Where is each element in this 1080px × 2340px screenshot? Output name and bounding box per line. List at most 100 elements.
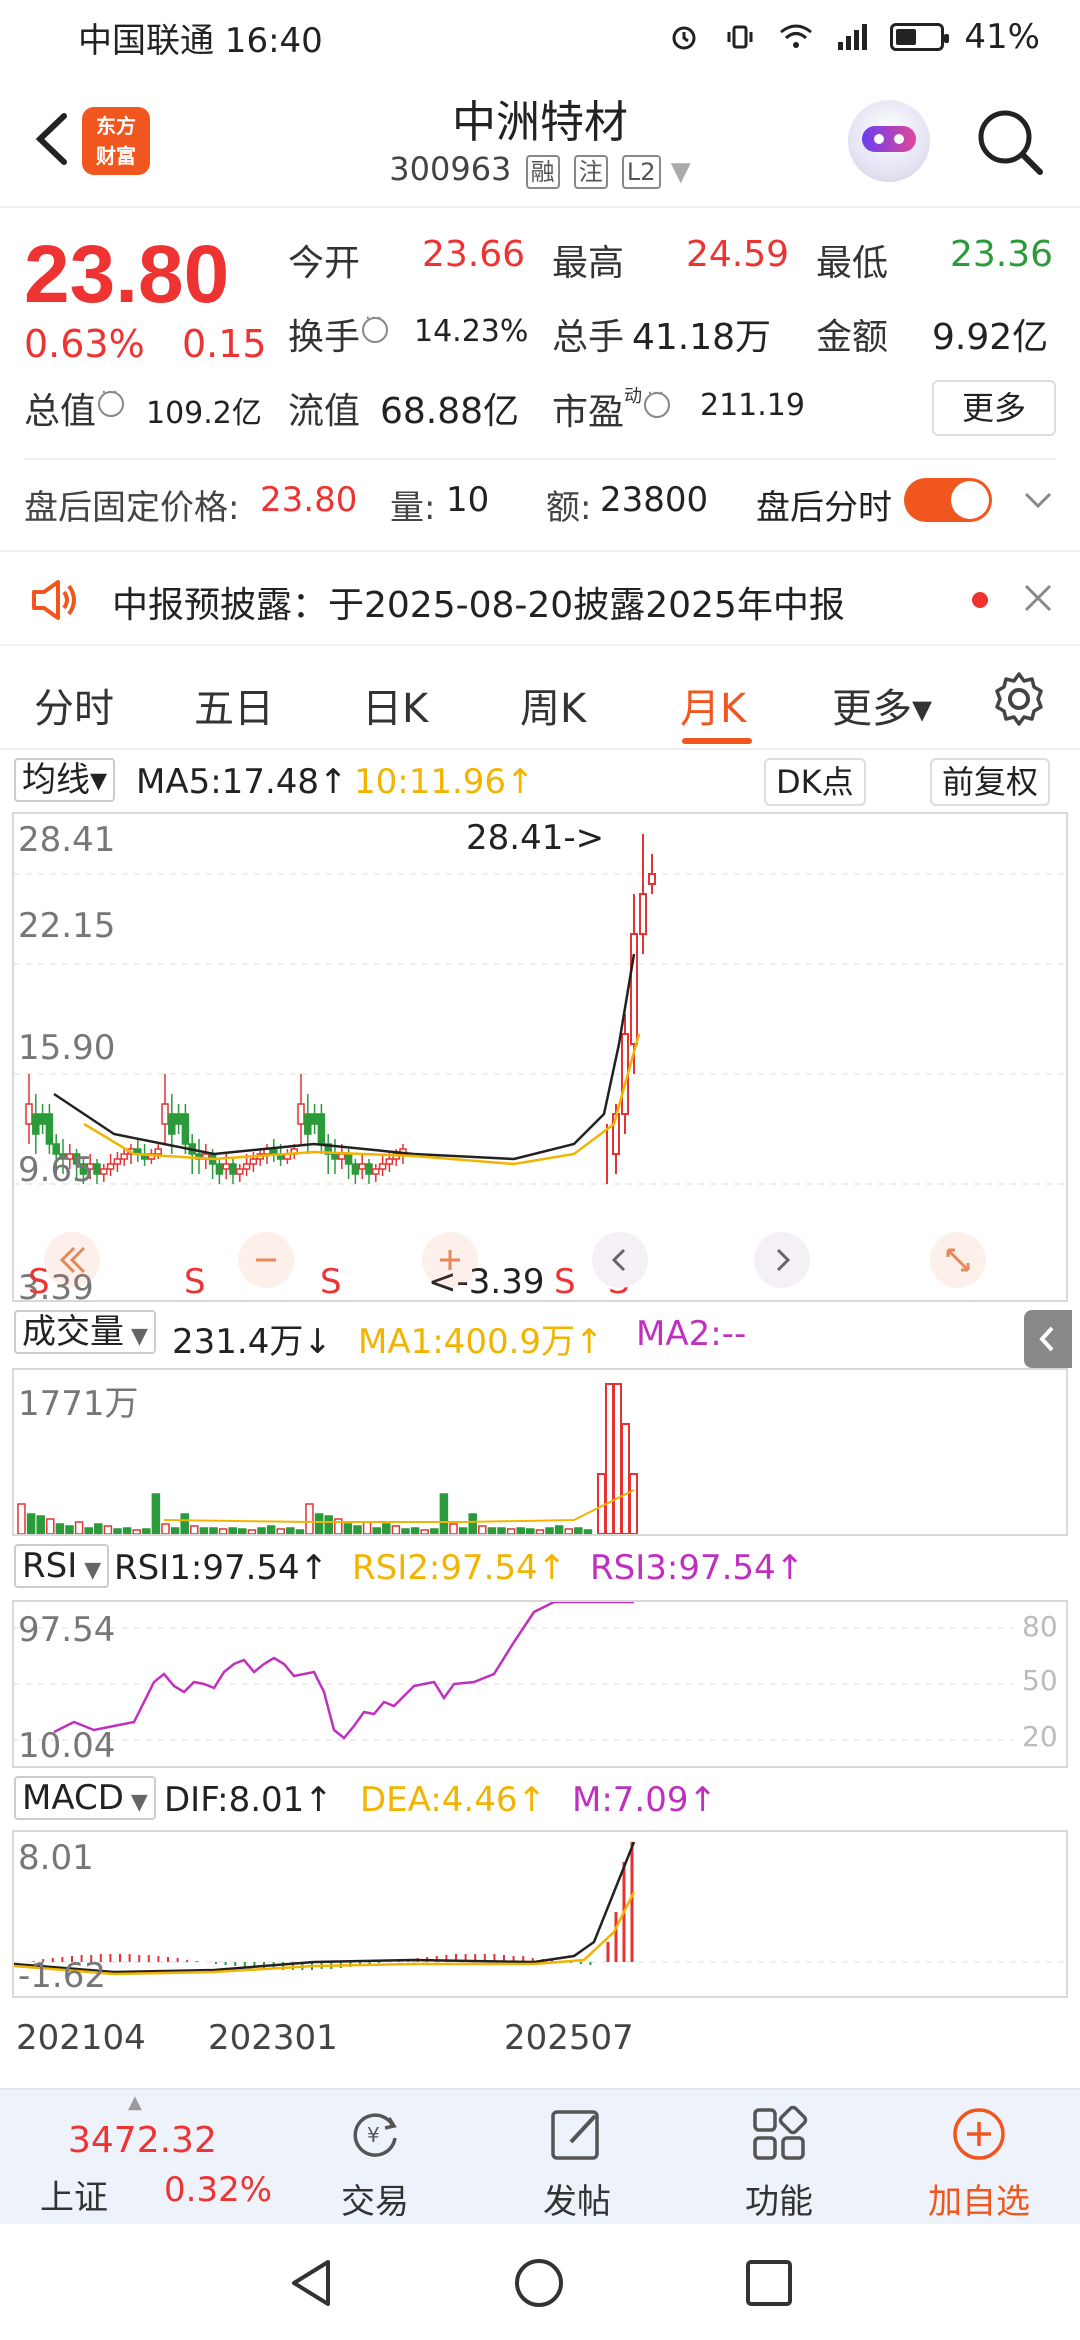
volume-selector[interactable]: 成交量 ▼: [14, 1310, 156, 1354]
assistant-robot-icon[interactable]: [848, 100, 930, 182]
sell-signal: S: [184, 1262, 206, 1302]
amount-label: 金额: [816, 317, 889, 358]
nav-functions[interactable]: 功能: [704, 2090, 854, 2226]
rsi-selector[interactable]: RSI ▼: [14, 1544, 110, 1588]
nav-trade[interactable]: ¥ 交易: [300, 2090, 450, 2226]
scroll-left-icon[interactable]: [44, 1232, 100, 1288]
volume-bar: [74, 1521, 84, 1534]
candle: [297, 1103, 305, 1125]
volume-bar: [142, 1528, 151, 1534]
y-label-4: 9.65: [18, 1150, 94, 1190]
volume-bar: [36, 1515, 45, 1534]
candle: [304, 1113, 312, 1135]
volume-bar: [180, 1513, 189, 1534]
nav-back-icon[interactable]: [284, 2256, 338, 2310]
margin-tag: 融: [525, 155, 560, 189]
info-icon[interactable]: [644, 383, 671, 418]
ma10-value: 10:11.96↑: [354, 762, 535, 802]
notice-bar[interactable]: 中报预披露：于2025-08-20披露2025年中报: [0, 550, 1080, 646]
volume-chart[interactable]: 1771万: [12, 1368, 1068, 1536]
volume-bar: [362, 1521, 372, 1534]
after-hours-price-label: 盘后固定价格:: [24, 488, 240, 528]
kline-chart[interactable]: 28.41 22.15 15.90 9.65 3.39 28.41-> <-3.…: [12, 812, 1068, 1308]
rsi3-value: RSI3:97.54↑: [590, 1548, 805, 1588]
nav-home-icon[interactable]: [512, 2256, 566, 2310]
search-icon[interactable]: [972, 104, 1048, 180]
after-hours-vol-label: 量:: [390, 488, 436, 528]
notice-text: 中报预披露：于2025-08-20披露2025年中报: [112, 585, 845, 626]
dif-line: [14, 1841, 636, 1974]
chevron-left-icon[interactable]: [592, 1232, 648, 1288]
ma-selector[interactable]: 均线▾: [14, 758, 116, 802]
candle: [351, 1163, 360, 1175]
zoom-in-icon[interactable]: [422, 1232, 478, 1288]
close-icon[interactable]: [1018, 578, 1058, 618]
candle: [100, 1168, 108, 1175]
high-label: 最高: [552, 243, 625, 284]
turnover-label: 换手: [288, 308, 389, 360]
chevron-down-icon[interactable]: [1018, 480, 1058, 520]
float-value: 68.88亿: [380, 391, 520, 432]
volume-bar: [516, 1527, 525, 1534]
rsi-level-50: 50: [1022, 1664, 1058, 1697]
candle: [229, 1163, 237, 1175]
rsi-chart[interactable]: 97.54 10.04 80 50 20: [12, 1600, 1068, 1768]
candle: [630, 933, 638, 1045]
gear-icon[interactable]: [990, 670, 1048, 728]
expand-icon[interactable]: [930, 1232, 986, 1288]
macd-selector[interactable]: MACD ▼: [14, 1776, 156, 1820]
zoom-out-icon[interactable]: [238, 1232, 294, 1288]
macd-y-bottom: -1.62: [18, 1956, 106, 1996]
candle: [639, 893, 647, 935]
volume-bar: [629, 1473, 638, 1534]
volume-bar: [132, 1529, 141, 1534]
volume-bar: [324, 1515, 333, 1534]
system-nav-bar: [0, 2226, 1080, 2340]
y-label-top: 28.41: [18, 820, 116, 860]
alarm-icon: [666, 22, 702, 52]
info-icon[interactable]: [98, 382, 125, 417]
nav-post[interactable]: 发帖: [502, 2090, 652, 2226]
volume-bar: [151, 1493, 161, 1534]
more-button[interactable]: 更多: [932, 380, 1056, 436]
volume-bar: [564, 1528, 573, 1534]
divider: [0, 748, 1080, 750]
nav-add-watchlist[interactable]: 加自选: [904, 2090, 1054, 2226]
tab-intraday[interactable]: 分时: [34, 676, 114, 734]
candle: [120, 1153, 128, 1160]
volume-bar: [545, 1527, 554, 1534]
rsi-canvas: [14, 1602, 1014, 1741]
chevron-right-icon[interactable]: [754, 1232, 810, 1288]
volume-bar: [439, 1493, 449, 1534]
volume-value: 231.4万↓: [172, 1322, 332, 1362]
info-icon[interactable]: [362, 308, 389, 343]
after-hours-amt: 23800: [600, 480, 709, 520]
ma5-value: MA5:17.48↑: [136, 762, 348, 802]
volume-bar: [410, 1527, 420, 1534]
volume-bar: [305, 1503, 314, 1534]
quote-panel: 23.80 0.63% 0.15 今开 23.66 最高 24.59 最低 23…: [0, 210, 1080, 460]
index-ticker[interactable]: 3472.32 上证 0.32%: [38, 2096, 298, 2218]
volume-bar: [17, 1503, 26, 1534]
volume-bar: [247, 1529, 257, 1534]
candle: [93, 1163, 101, 1175]
battery-icon: [890, 23, 950, 51]
tab-monthly-k[interactable]: 月K: [680, 676, 746, 734]
volume-bar: [554, 1525, 564, 1534]
candle: [358, 1163, 366, 1170]
tab-more[interactable]: 更多▾: [832, 676, 932, 734]
tab-daily-k[interactable]: 日K: [362, 676, 428, 734]
macd-chart[interactable]: 8.01 -1.62: [12, 1830, 1068, 1998]
after-hours-toggle[interactable]: [904, 478, 992, 522]
speaker-icon: [32, 580, 76, 620]
adjust-button[interactable]: 前复权: [930, 758, 1051, 806]
registration-tag: 注: [573, 155, 608, 189]
tab-five-day[interactable]: 五日: [194, 676, 274, 734]
candle: [113, 1158, 122, 1165]
side-panel-toggle[interactable]: [1024, 1310, 1072, 1368]
tab-weekly-k[interactable]: 周K: [520, 676, 586, 734]
candle: [38, 1113, 47, 1125]
dk-point-button[interactable]: DK点: [764, 758, 866, 806]
nav-recents-icon[interactable]: [742, 2256, 796, 2310]
kline-indicator-row: 均线▾ MA5:17.48↑ 10:11.96↑ DK点 前复权: [0, 756, 1080, 810]
